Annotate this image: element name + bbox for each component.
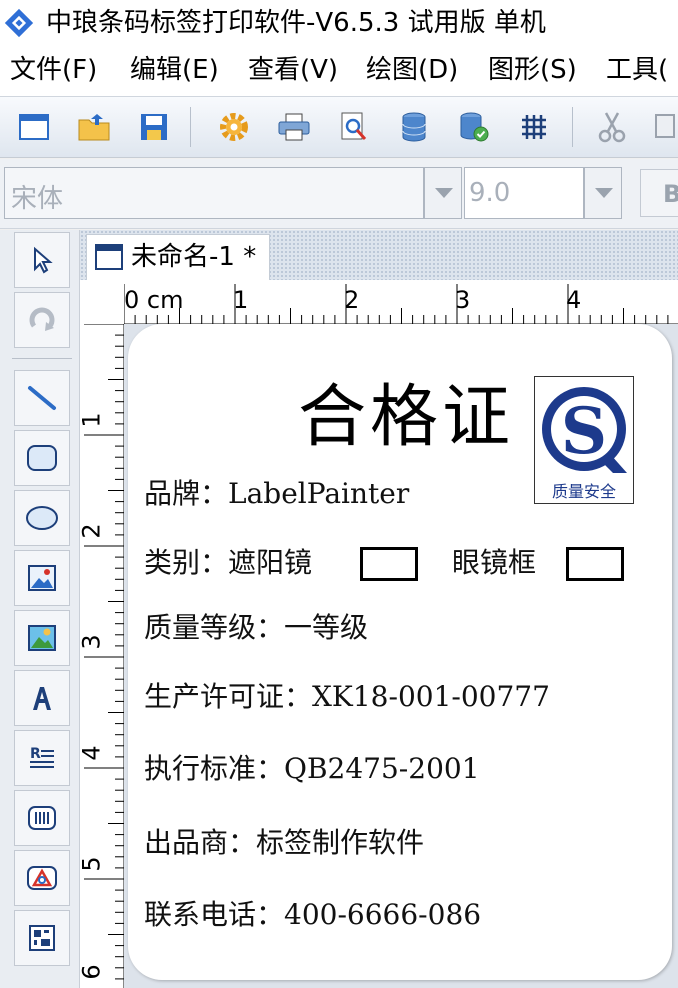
database-icon[interactable] — [392, 105, 436, 149]
ellipse-icon[interactable] — [14, 490, 70, 546]
shape-triangle-icon[interactable] — [14, 850, 70, 906]
font-toolbar: 宋体 9.0 B — [0, 159, 678, 229]
copy-icon[interactable] — [646, 105, 678, 149]
document-tab-label: 未命名-1 * — [131, 242, 257, 272]
ruler-label-2: 2 — [344, 286, 360, 314]
database-settings-icon[interactable] — [452, 105, 496, 149]
rounded-rectangle-icon[interactable] — [14, 430, 70, 486]
bold-label: B — [663, 180, 678, 208]
field-brand[interactable]: 品牌：LabelPainter — [144, 477, 409, 511]
field-phone[interactable]: 联系电话：400-6666-086 — [144, 898, 481, 932]
field-license[interactable]: 生产许可证：XK18-001-00777 — [144, 680, 550, 714]
bold-button[interactable]: B — [640, 169, 678, 217]
checkbox-sunglasses[interactable] — [360, 547, 418, 581]
toolbar-separator — [190, 107, 191, 147]
image-icon[interactable] — [14, 550, 70, 606]
new-document-icon[interactable] — [12, 105, 56, 149]
ruler-corner — [80, 280, 124, 324]
select-arrow-icon[interactable] — [14, 232, 70, 288]
ruler-label-v5: 5 — [77, 856, 106, 872]
qrcode-icon[interactable] — [14, 910, 70, 966]
ruler-label-4: 4 — [566, 286, 582, 314]
ruler-label-v6: 6 — [77, 964, 106, 980]
menu-edit[interactable]: 编辑(E) — [130, 52, 219, 88]
barcode-icon[interactable] — [14, 790, 70, 846]
ruler-label-3: 3 — [455, 286, 471, 314]
font-size-value: 9.0 — [469, 178, 511, 208]
menu-draw[interactable]: 绘图(D) — [366, 52, 458, 88]
tool-palette: R — [0, 230, 80, 988]
menu-tools[interactable]: 工具( — [606, 52, 668, 88]
ruler-label-v4: 4 — [77, 745, 106, 761]
qs-quality-safety-logo[interactable]: S 质量安全 — [534, 376, 634, 504]
settings-gear-icon[interactable] — [212, 105, 256, 149]
line-icon[interactable] — [14, 370, 70, 426]
design-canvas[interactable]: 合格证 S 质量安全 品牌：LabelPainter 类别：遮阳镜 眼镜框 质量… — [124, 324, 678, 988]
label-card[interactable]: 合格证 S 质量安全 品牌：LabelPainter 类别：遮阳镜 眼镜框 质量… — [128, 324, 672, 980]
window-title: 中琅条码标签打印软件-V6.5.3 试用版 单机 — [46, 8, 546, 38]
logo-letter: S — [561, 394, 607, 469]
font-family-value: 宋体 — [11, 184, 64, 214]
main-toolbar — [0, 96, 678, 158]
ruler-label-0: 0 cm — [124, 286, 184, 314]
text-icon[interactable] — [14, 670, 70, 726]
print-preview-icon[interactable] — [332, 105, 376, 149]
field-category-option2[interactable]: 眼镜框 — [452, 546, 536, 580]
field-standard[interactable]: 执行标准：QB2475-2001 — [144, 752, 480, 786]
menu-shape[interactable]: 图形(S) — [488, 52, 577, 88]
print-icon[interactable] — [272, 105, 316, 149]
vertical-ruler: 1 2 3 4 5 6 — [77, 324, 124, 988]
font-size-input[interactable]: 9.0 — [464, 167, 584, 219]
document-tab-strip: 未命名-1 * — [80, 230, 678, 280]
app-logo-icon — [4, 8, 34, 38]
ruler-label-1: 1 — [233, 286, 249, 314]
font-size-dropdown-button[interactable] — [584, 167, 622, 219]
logo-caption: 质量安全 — [552, 482, 616, 501]
font-family-select[interactable]: 宋体 — [4, 167, 424, 219]
ruler-label-v2: 2 — [77, 523, 106, 539]
font-family-dropdown-button[interactable] — [424, 167, 462, 219]
document-tab[interactable]: 未命名-1 * — [86, 234, 270, 280]
image-color-icon[interactable] — [14, 610, 70, 666]
ruler-label-v1: 1 — [77, 412, 106, 428]
field-category[interactable]: 类别：遮阳镜 — [144, 546, 312, 580]
checkbox-frames[interactable] — [566, 547, 624, 581]
rotate-icon[interactable] — [14, 292, 70, 348]
svg-text:R: R — [30, 746, 41, 762]
open-folder-icon[interactable] — [72, 105, 116, 149]
document-window-icon — [95, 244, 123, 270]
horizontal-ruler: 0 cm 1 2 3 4 — [80, 280, 678, 324]
title-bar: 中琅条码标签打印软件-V6.5.3 试用版 单机 — [0, 0, 678, 46]
rich-text-icon[interactable]: R — [14, 730, 70, 786]
cut-icon[interactable] — [590, 105, 634, 149]
menu-file[interactable]: 文件(F) — [10, 52, 97, 88]
field-manufacturer[interactable]: 出品商：标签制作软件 — [144, 826, 424, 860]
label-title[interactable]: 合格证 — [298, 380, 514, 456]
save-icon[interactable] — [132, 105, 176, 149]
chevron-down-icon — [595, 188, 613, 198]
palette-separator — [12, 358, 72, 359]
grid-icon[interactable] — [512, 105, 556, 149]
ruler-label-v3: 3 — [77, 634, 106, 650]
field-grade[interactable]: 质量等级：一等级 — [144, 611, 368, 645]
menu-view[interactable]: 查看(V) — [248, 52, 338, 88]
menu-bar: 文件(F) 编辑(E) 查看(V) 绘图(D) 图形(S) 工具( — [0, 46, 678, 96]
chevron-down-icon — [435, 188, 453, 198]
toolbar-separator — [572, 107, 573, 147]
